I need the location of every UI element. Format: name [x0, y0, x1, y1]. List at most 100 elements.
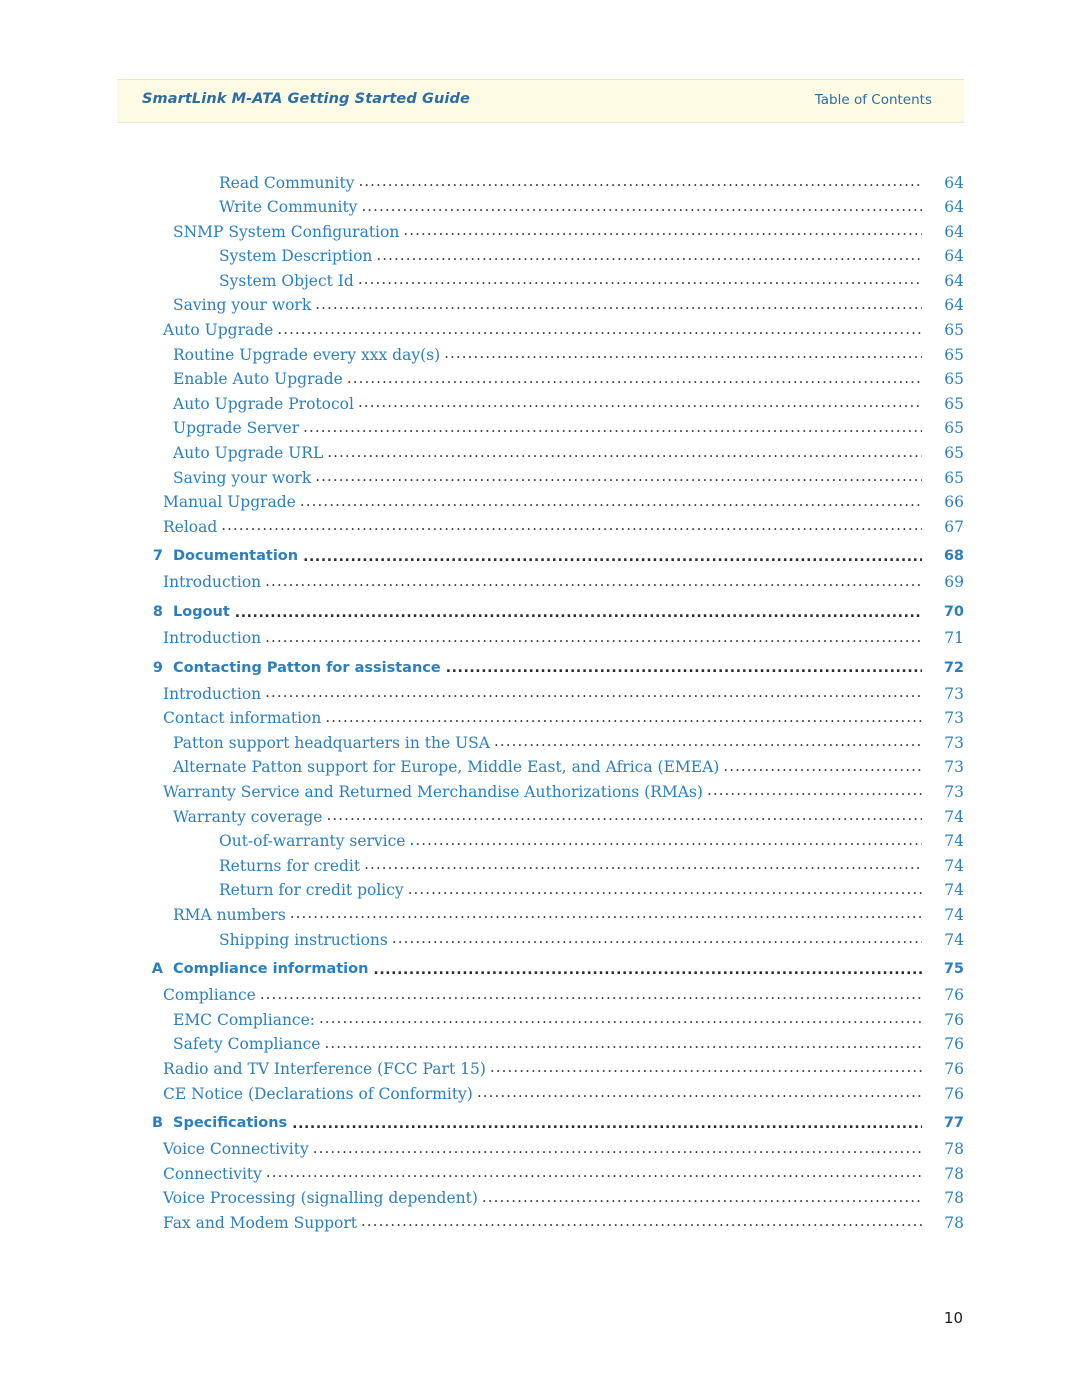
toc-leader-dots [292, 1116, 922, 1131]
toc-entry-label: System Object Id [219, 271, 354, 290]
toc-entry-label: Manual Upgrade [163, 493, 296, 512]
toc-entry-label: Logout [173, 604, 230, 620]
toc-row[interactable]: Voice Connectivity 78 [117, 1139, 964, 1164]
toc-entry-label: Auto Upgrade [163, 321, 274, 340]
toc-row[interactable]: Routine Upgrade every xxx day(s) 65 [117, 344, 964, 369]
toc-entry-page: 70 [943, 604, 964, 620]
toc-chapter-row[interactable]: B Specifications 77 [117, 1108, 964, 1139]
toc-row[interactable]: CE Notice (Declarations of Conformity) 76 [117, 1083, 964, 1108]
toc-row[interactable]: Reload 67 [117, 516, 964, 541]
toc-entry-label: CE Notice (Declarations of Conformity) [163, 1084, 473, 1103]
toc-row[interactable]: Warranty Service and Returned Merchandis… [117, 781, 964, 806]
toc-row[interactable]: Compliance 76 [117, 985, 964, 1010]
toc-leader-dots [376, 246, 922, 262]
toc-entry-label: Saving your work [173, 296, 312, 315]
toc-entry-page: 69 [944, 573, 964, 592]
toc-row[interactable]: Returns for credit 74 [117, 855, 964, 880]
toc-row[interactable]: RMA numbers 74 [117, 904, 964, 929]
toc-entry-page: 65 [944, 444, 964, 463]
toc-leader-dots [392, 929, 922, 945]
toc-leader-dots [358, 270, 922, 286]
toc-row[interactable]: Enable Auto Upgrade 65 [117, 369, 964, 394]
toc-row[interactable]: Saving your work 65 [117, 467, 964, 492]
toc-entry-page: 74 [944, 881, 964, 900]
toc-row[interactable]: Voice Processing (signalling dependent) 7… [117, 1188, 964, 1213]
toc-leader-dots [490, 1058, 922, 1074]
toc-row[interactable]: Connectivity 78 [117, 1163, 964, 1188]
toc-leader-dots [266, 1163, 922, 1179]
toc-entry-page: 65 [944, 345, 964, 364]
toc-entry-page: 64 [944, 296, 964, 315]
toc-entry-label: Write Community [219, 198, 358, 217]
toc-row[interactable]: Contact information 73 [117, 708, 964, 733]
toc-entry-page: 65 [944, 321, 964, 340]
toc-entry-label: Contact information [163, 709, 322, 728]
toc-row[interactable]: SNMP System Configuration 64 [117, 221, 964, 246]
toc-row[interactable]: Introduction 69 [117, 572, 964, 597]
toc-row[interactable]: Patton support headquarters in the USA 73 [117, 732, 964, 757]
toc-entry-label: Warranty coverage [173, 807, 323, 826]
toc-entry-page: 78 [944, 1213, 964, 1232]
toc-entry-number: 8 [152, 604, 163, 620]
toc-row[interactable]: Read Community 64 [117, 172, 964, 197]
toc-leader-dots [326, 806, 922, 822]
header-section-label: Table of Contents [814, 92, 932, 108]
toc-entry-label: Fax and Modem Support [163, 1213, 358, 1232]
toc-entry-page: 65 [944, 394, 964, 413]
toc-leader-dots [409, 831, 922, 847]
toc-entry-label: Voice Connectivity [163, 1140, 309, 1159]
toc-leader-dots [325, 1034, 923, 1050]
toc-leader-dots [319, 1009, 922, 1025]
toc-entry-label: Compliance [163, 986, 256, 1005]
toc-entry-label: Contacting Patton for assistance [173, 659, 441, 676]
toc-entry-label: Connectivity [163, 1164, 262, 1183]
toc-row[interactable]: Out-of-warranty service 74 [117, 831, 964, 856]
toc-entry-label: SNMP System Configuration [173, 222, 400, 241]
toc-row[interactable]: Introduction 71 [117, 628, 964, 653]
toc-row[interactable]: Fax and Modem Support 78 [117, 1212, 964, 1237]
toc-chapter-row[interactable]: 7 Documentation 68 [117, 541, 964, 572]
toc-row[interactable]: System Description 64 [117, 246, 964, 271]
toc-row[interactable]: Auto Upgrade URL 65 [117, 443, 964, 468]
toc-entry-page: 73 [944, 758, 964, 777]
table-of-contents: Read Community64Write Community64SNMP Sy… [117, 172, 964, 1237]
toc-row[interactable]: System Object Id 64 [117, 270, 964, 295]
toc-leader-dots [358, 172, 922, 188]
toc-chapter-row[interactable]: A Compliance information 75 [117, 954, 964, 985]
toc-row[interactable]: Introduction 73 [117, 683, 964, 708]
toc-entry-page: 66 [944, 493, 964, 512]
document-page: SmartLink M-ATA Getting Started Guide Ta… [0, 0, 1080, 1397]
toc-leader-dots [444, 344, 922, 360]
toc-entry-label: Alternate Patton support for Europe, Mid… [173, 758, 720, 777]
document-title: SmartLink M-ATA Getting Started Guide [142, 91, 470, 107]
toc-row[interactable]: Write Community 64 [117, 197, 964, 222]
toc-leader-dots [265, 628, 922, 644]
toc-entry-label: EMC Compliance: [173, 1010, 315, 1029]
toc-leader-dots [265, 572, 922, 588]
toc-row[interactable]: Return for credit policy 74 [117, 880, 964, 905]
toc-row[interactable]: Auto Upgrade 65 [117, 320, 964, 345]
toc-entry-page: 76 [944, 1035, 964, 1054]
toc-row[interactable]: Saving your work 64 [117, 295, 964, 320]
toc-row[interactable]: Safety Compliance 76 [117, 1034, 964, 1059]
toc-chapter-row[interactable]: 8 Logout 70 [117, 597, 964, 628]
toc-leader-dots [477, 1083, 922, 1099]
toc-entry-label: Shipping instructions [219, 930, 388, 949]
toc-row[interactable]: Auto Upgrade Protocol 65 [117, 393, 964, 418]
toc-entry-page: 78 [944, 1189, 964, 1208]
toc-row[interactable]: EMC Compliance: 76 [117, 1009, 964, 1034]
toc-leader-dots [358, 393, 922, 409]
toc-row[interactable]: Alternate Patton support for Europe, Mid… [117, 757, 964, 782]
toc-row[interactable]: Upgrade Server 65 [117, 418, 964, 443]
toc-chapter-row[interactable]: 9 Contacting Patton for assistance 72 [117, 652, 964, 683]
toc-row[interactable]: Radio and TV Interference (FCC Part 15) 7… [117, 1058, 964, 1083]
toc-leader-dots [707, 781, 922, 797]
toc-leader-dots [373, 962, 922, 977]
toc-row[interactable]: Warranty coverage 74 [117, 806, 964, 831]
toc-leader-dots [361, 1212, 922, 1228]
toc-entry-number: 9 [152, 659, 163, 676]
toc-entry-label: Returns for credit [219, 856, 361, 875]
toc-entry-page: 73 [944, 709, 964, 728]
toc-row[interactable]: Shipping instructions 74 [117, 929, 964, 954]
toc-row[interactable]: Manual Upgrade 66 [117, 492, 964, 517]
